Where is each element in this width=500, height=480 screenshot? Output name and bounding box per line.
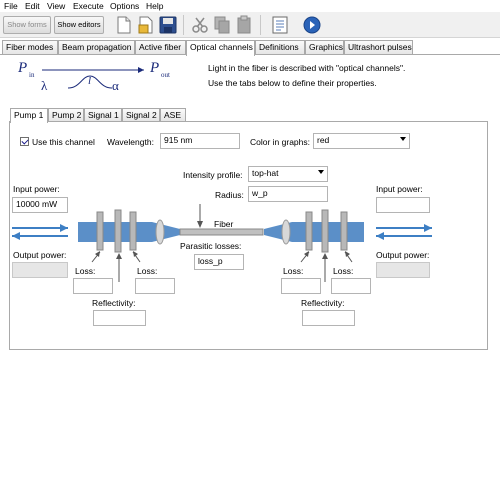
parasitic-losses-value: loss_p [198, 256, 223, 266]
right-lens [281, 219, 291, 245]
p-in-subscript: in [29, 71, 35, 79]
wavelength-label: Wavelength: [107, 137, 154, 147]
save-icon[interactable] [158, 15, 178, 35]
copy-icon[interactable] [212, 15, 232, 35]
open-file-icon[interactable] [136, 15, 156, 35]
wavelength-input[interactable]: 915 nm [160, 133, 240, 149]
menu-options[interactable]: Options [110, 1, 139, 11]
show-forms-button[interactable]: Show forms [3, 16, 51, 34]
tab-graphics[interactable]: Graphics [305, 40, 344, 55]
left-mirror-3 [129, 211, 137, 251]
equation-arrow-graphic [42, 67, 144, 89]
right-beam-arrows [376, 224, 432, 240]
p-out-symbol: P [150, 60, 160, 76]
p-in-symbol: P [18, 60, 28, 76]
tab-optical-channels[interactable]: Optical channels [186, 40, 255, 56]
wavelength-value: 915 nm [164, 135, 193, 145]
tab-pump-2[interactable]: Pump 2 [48, 108, 84, 122]
right-loss-1-label: Loss: [283, 266, 304, 276]
toolbar-separator [260, 15, 261, 35]
toolbar: Show forms Show editors [0, 12, 500, 38]
tab-signal-2[interactable]: Signal 2 [122, 108, 160, 122]
chevron-down-icon [400, 137, 406, 141]
right-beam [264, 222, 364, 242]
tab-fiber-modes[interactable]: Fiber modes [2, 40, 58, 55]
menu-help[interactable]: Help [146, 1, 163, 11]
right-loss-2-label: Loss: [333, 266, 354, 276]
alpha-symbol: α [112, 78, 119, 93]
color-value: red [317, 135, 330, 145]
p-out-subscript: out [161, 71, 170, 79]
left-beam-arrows [12, 224, 68, 240]
description-line-1: Light in the fiber is described with "op… [208, 63, 406, 73]
left-lens [155, 219, 165, 245]
left-reflectivity-input[interactable] [93, 310, 146, 326]
right-loss-2-input[interactable] [331, 278, 371, 294]
menu-view[interactable]: View [47, 1, 65, 11]
paste-icon[interactable] [234, 15, 254, 35]
right-reflectivity-input[interactable] [302, 310, 355, 326]
left-loss-2-input[interactable] [135, 278, 175, 294]
new-file-icon[interactable] [114, 15, 134, 35]
left-loss-1-input[interactable] [73, 278, 113, 294]
tab-signal-1[interactable]: Signal 1 [84, 108, 122, 122]
left-mirror-1 [96, 211, 104, 251]
parasitic-losses-label: Parasitic losses: [180, 241, 242, 251]
tab-ultrashort-pulses[interactable]: Ultrashort pulses [344, 40, 413, 55]
tab-ase[interactable]: ASE [160, 108, 186, 122]
left-loss-1-label: Loss: [75, 266, 96, 276]
right-mirror-1 [305, 211, 313, 251]
show-editors-button[interactable]: Show editors [54, 16, 104, 34]
parasitic-losses-input[interactable]: loss_p [194, 254, 244, 270]
menu-file[interactable]: File [4, 1, 18, 11]
length-symbol: l [88, 75, 92, 87]
main-tab-bar: Fiber modes Beam propagation Active fibe… [0, 40, 500, 56]
tab-pump-1[interactable]: Pump 1 [10, 108, 48, 123]
cut-icon[interactable] [190, 15, 210, 35]
fiber-graphic [179, 228, 264, 236]
color-select[interactable]: red [313, 133, 410, 149]
description-line-2: Use the tabs below to define their prope… [208, 78, 377, 88]
menu-edit[interactable]: Edit [25, 1, 40, 11]
tab-active-fiber[interactable]: Active fiber [135, 40, 186, 55]
left-mirror-2 [114, 209, 122, 253]
tab-beam-propagation[interactable]: Beam propagation [58, 40, 135, 55]
use-channel-label: Use this channel [32, 137, 95, 147]
tab-definitions[interactable]: Definitions [255, 40, 305, 55]
toolbar-separator [183, 15, 184, 35]
right-reflectivity-label: Reflectivity: [301, 298, 345, 308]
use-channel-checkbox[interactable] [20, 137, 29, 146]
left-beam [78, 222, 180, 242]
color-label: Color in graphs: [250, 137, 311, 147]
right-mirror-2 [321, 209, 329, 253]
left-reflectivity-label: Reflectivity: [92, 298, 136, 308]
channel-equation-diagram: P in λ l α P out [18, 60, 188, 100]
menu-execute[interactable]: Execute [73, 1, 104, 11]
menu-bar: File Edit View Execute Options Help [0, 0, 500, 12]
run-icon[interactable] [302, 15, 322, 35]
right-loss-1-input[interactable] [281, 278, 321, 294]
right-mirror-3 [340, 211, 348, 251]
fiber-label: Fiber [214, 219, 234, 229]
notes-icon[interactable] [270, 15, 290, 35]
left-loss-2-label: Loss: [137, 266, 158, 276]
lambda-symbol: λ [41, 78, 48, 93]
